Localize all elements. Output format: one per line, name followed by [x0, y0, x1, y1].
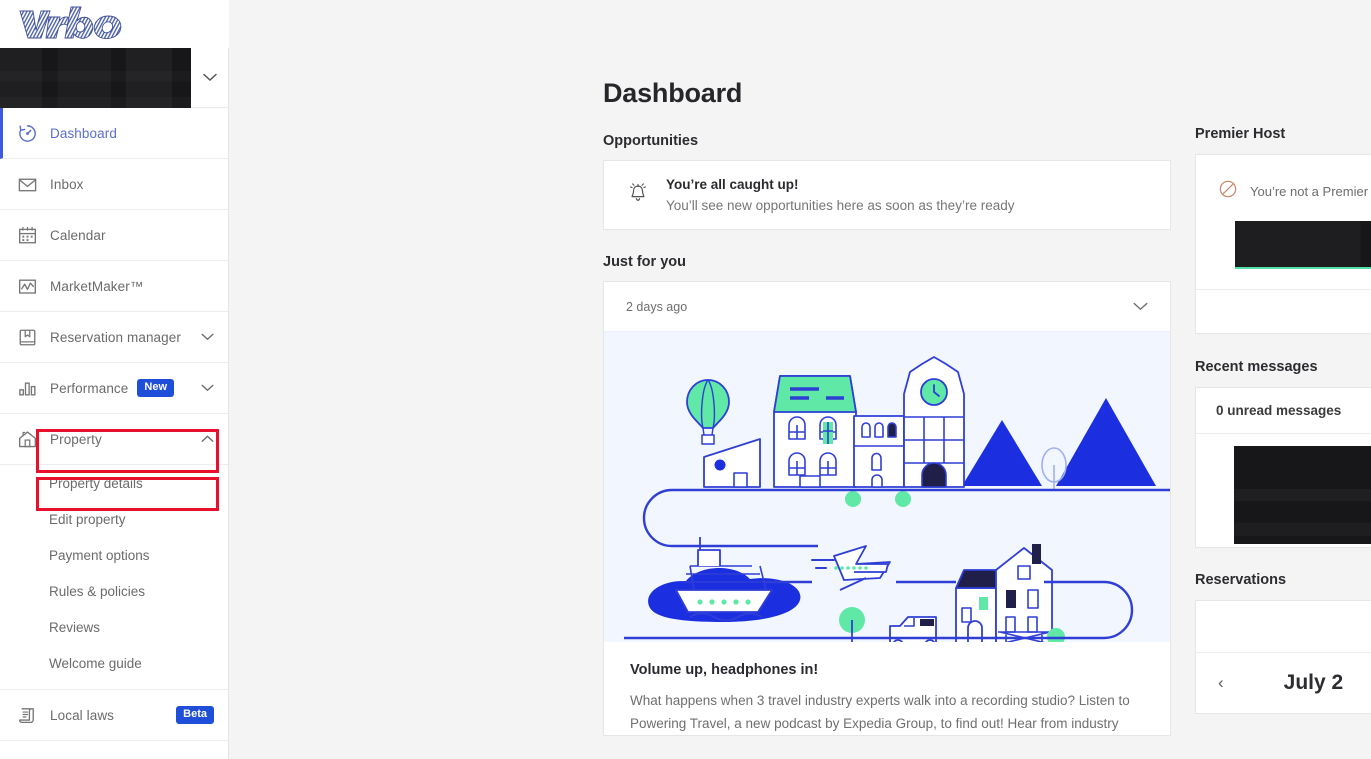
opportunities-headline: You’re all caught up! [666, 177, 799, 192]
sidebar-subitem-property-details[interactable]: Property details [0, 465, 228, 501]
just-for-you-body: Volume up, headphones in! What happens w… [604, 642, 1170, 735]
sidebar-item-label: Performance [50, 380, 129, 396]
sidebar-subitem-reviews[interactable]: Reviews [0, 609, 228, 645]
calendar-icon [12, 225, 42, 246]
recent-messages-heading: Recent messages [1195, 359, 1318, 375]
premier-host-progress-redacted [1235, 221, 1371, 269]
opportunities-subtext: You’ll see new opportunities here as soo… [666, 198, 1015, 213]
chevron-up-icon[interactable] [201, 430, 214, 448]
opportunities-card: You’re all caught up! You’ll see new opp… [603, 160, 1171, 230]
premier-host-footer: Go to Prem [1196, 289, 1371, 333]
account-switcher[interactable] [0, 48, 228, 108]
premier-host-card: You’re not a Premier H Go to Prem [1195, 154, 1371, 334]
no-entry-icon [1218, 179, 1238, 204]
house-icon [12, 429, 42, 450]
premier-host-status: You’re not a Premier H [1196, 155, 1371, 289]
reservations-month-label: July 2 [1283, 671, 1344, 694]
reservations-heading: Reservations [1195, 572, 1287, 588]
sidebar-item-dashboard[interactable]: Dashboard [0, 108, 228, 159]
performance-new-badge: New [137, 379, 175, 397]
sidebar-subitem-welcome-guide[interactable]: Welcome guide [0, 645, 228, 681]
just-for-you-date: 2 days ago [626, 299, 688, 314]
envelope-icon [12, 174, 42, 195]
sidebar-item-local-laws[interactable]: Local laws Beta [0, 690, 228, 741]
chart-line-icon [12, 276, 42, 297]
dashboard-clock-icon [12, 123, 42, 144]
sidebar-item-label: Property [50, 431, 102, 447]
premier-host-heading: Premier Host [1195, 126, 1286, 142]
article-headline: Volume up, headphones in! [630, 662, 819, 678]
just-for-you-header[interactable]: 2 days ago [604, 282, 1170, 332]
sidebar-item-label: MarketMaker™ [50, 278, 144, 294]
sidebar-item-calendar[interactable]: Calendar [0, 210, 228, 261]
book-icon [12, 327, 42, 348]
sidebar-item-label: Calendar [50, 227, 106, 243]
sidebar-item-label: Dashboard [50, 125, 117, 141]
sidebar-subitem-payment-options[interactable]: Payment options [0, 537, 228, 573]
chevron-left-icon[interactable]: ‹ [1218, 673, 1224, 693]
recent-messages-card: 0 unread messages [1195, 387, 1371, 548]
sidebar-item-marketmaker[interactable]: MarketMaker™ [0, 261, 228, 312]
bell-icon [626, 180, 650, 210]
sidebar-item-reservation-manager[interactable]: Reservation manager [0, 312, 228, 363]
recent-messages-header: 0 unread messages [1196, 388, 1371, 434]
local-laws-beta-badge: Beta [176, 706, 214, 724]
reservations-month-nav: ‹ July 2 [1196, 653, 1371, 713]
sidebar-item-label: Inbox [50, 176, 84, 192]
sidebar-item-property[interactable]: Property [0, 414, 228, 465]
unread-count: 0 unread messages [1216, 403, 1342, 418]
chevron-down-icon[interactable] [201, 328, 214, 346]
opportunities-text: You’re all caught up! You’ll see new opp… [666, 177, 1014, 213]
premier-host-status-text: You’re not a Premier H [1250, 184, 1371, 199]
bar-chart-icon [12, 378, 42, 399]
scroll-icon [12, 705, 42, 726]
sidebar-item-label: Reservation manager [50, 329, 181, 345]
vrbo-logo[interactable] [16, 5, 134, 43]
message-preview-redacted [1234, 446, 1371, 544]
chevron-down-icon[interactable] [1133, 298, 1148, 316]
sidebar-item-performance[interactable]: Performance New [0, 363, 228, 414]
sidebar-item-label: Local laws [50, 707, 115, 723]
property-submenu: Property details Edit property Payment o… [0, 465, 228, 690]
sidebar-item-inbox[interactable]: Inbox [0, 159, 228, 210]
sidebar-subitem-rules-policies[interactable]: Rules & policies [0, 573, 228, 609]
right-rail: Premier Host You’re not a Premier H Go t… [1195, 48, 1371, 759]
main-content: Dashboard Opportunities You’re all caugh… [230, 48, 1371, 759]
brand-header [0, 0, 229, 48]
travel-city-illustration [604, 332, 1170, 642]
account-chevron-down-icon[interactable] [191, 48, 228, 107]
sidebar: Dashboard Inbox Calendar MarketMaker™ Re… [0, 48, 229, 759]
recent-messages-body [1196, 434, 1371, 547]
chevron-down-icon[interactable] [201, 379, 214, 397]
account-name-redacted [0, 48, 191, 108]
article-body: What happens when 3 travel industry expe… [630, 693, 1130, 732]
reservations-filter-area [1196, 601, 1371, 653]
just-for-you-card: 2 days ago Volume up, headphones in! Wha… [603, 281, 1171, 737]
reservations-card: ‹ July 2 [1195, 600, 1371, 714]
sidebar-subitem-edit-property[interactable]: Edit property [0, 501, 228, 537]
